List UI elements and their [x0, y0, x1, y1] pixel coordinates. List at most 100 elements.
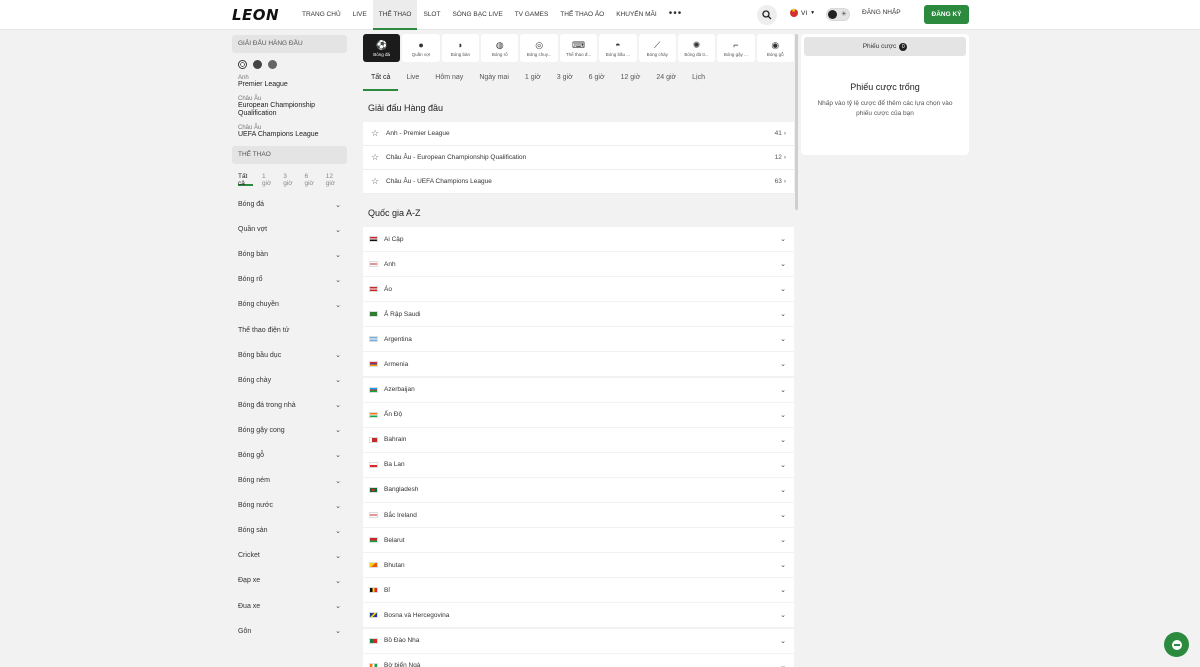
- sport-tab-label: Bóng gậy ...: [723, 51, 748, 57]
- nav-item[interactable]: KHUYẾN MÃI: [610, 0, 662, 30]
- soccer-ball-icon[interactable]: [238, 60, 247, 69]
- chevron-down-icon: ⌄: [335, 251, 341, 259]
- filter-tab[interactable]: Lịch: [684, 69, 713, 91]
- top-league-row[interactable]: ☆ Châu Âu - European Championship Qualifi…: [363, 146, 794, 170]
- sidebar-sport-item[interactable]: Bóng ném ⌄: [232, 468, 347, 493]
- language-selector[interactable]: VI ▼: [790, 7, 815, 17]
- sport-tab[interactable]: ◓ Bóng bầu ...: [599, 34, 637, 62]
- nav-item[interactable]: SÒNG BẠC LIVE: [446, 0, 508, 30]
- sidebar-sport-item[interactable]: Bóng chày ⌄: [232, 368, 347, 393]
- filter-tab[interactable]: 24 giờ: [648, 69, 684, 91]
- country-row[interactable]: Bỉ ⌄: [363, 578, 794, 603]
- filter-tab[interactable]: Live: [398, 69, 427, 91]
- sport-tab[interactable]: ◉ Bóng gỗ: [756, 34, 794, 62]
- sport-tab[interactable]: ⌨ Thể thao đ...: [559, 34, 598, 62]
- filter-tab[interactable]: 6 giờ: [581, 69, 613, 91]
- sidebar-time-tab[interactable]: 3 giờ: [283, 173, 295, 187]
- sidebar-top-league[interactable]: Châu Âu UEFA Champions League: [232, 125, 347, 139]
- filter-tab[interactable]: Ngày mai: [471, 69, 517, 91]
- sidebar-sport-item[interactable]: Cricket ⌄: [232, 543, 347, 568]
- star-icon[interactable]: ☆: [371, 152, 386, 163]
- country-row[interactable]: Bhutan ⌄: [363, 553, 794, 578]
- chevron-down-icon: ⌄: [335, 502, 341, 510]
- basketball-icon[interactable]: [253, 60, 262, 69]
- sidebar-sport-item[interactable]: Bóng nước ⌄: [232, 493, 347, 518]
- sport-tab[interactable]: ◗ Bóng bàn: [441, 34, 480, 62]
- sport-tab[interactable]: ✺ Bóng đá tr...: [677, 34, 716, 62]
- nav-item[interactable]: THỂ THAO: [372, 0, 418, 30]
- sport-tab[interactable]: ⚽ Bóng đá: [363, 34, 401, 62]
- sidebar-time-tab[interactable]: 12 giờ: [326, 173, 341, 187]
- sidebar-sport-item[interactable]: Quần vợt ⌄: [232, 217, 347, 242]
- sidebar-sport-item[interactable]: Đua xe ⌄: [232, 594, 347, 619]
- chevron-down-icon: ⌄: [780, 537, 786, 545]
- country-row[interactable]: Bồ Đào Nha ⌄: [363, 628, 794, 653]
- sidebar-sport-item[interactable]: Thể thao điện tử: [232, 317, 347, 342]
- sidebar-sport-item[interactable]: Bóng gỗ ⌄: [232, 443, 347, 468]
- sidebar-sport-item[interactable]: Đạp xe ⌄: [232, 568, 347, 593]
- chevron-down-icon: ⌄: [335, 577, 341, 585]
- filter-tab[interactable]: Tất cả: [363, 69, 399, 91]
- country-row[interactable]: Bosna và Hercegovina ⌄: [363, 603, 794, 628]
- sidebar-time-tab[interactable]: 6 giờ: [305, 173, 317, 187]
- sidebar-sport-item[interactable]: Bóng gậy cong ⌄: [232, 418, 347, 443]
- country-row[interactable]: Ba Lan ⌄: [363, 452, 794, 477]
- sidebar-sport-item[interactable]: Bóng đá ⌄: [232, 192, 347, 217]
- filter-tab[interactable]: Hôm nay: [427, 69, 471, 91]
- chevron-down-icon: ⌄: [780, 311, 786, 319]
- filter-tab[interactable]: 12 giờ: [613, 69, 649, 91]
- register-button[interactable]: ĐĂNG KÝ: [924, 5, 969, 24]
- top-league-row[interactable]: ☆ Anh - Premier League 41 ›: [363, 122, 794, 146]
- nav-item[interactable]: THỂ THAO ẢO: [554, 0, 610, 30]
- sidebar-sport-item[interactable]: Bóng rổ ⌄: [232, 267, 347, 292]
- live-chat-button[interactable]: [1164, 632, 1189, 657]
- sidebar-sport-item[interactable]: Bóng sàn ⌄: [232, 518, 347, 543]
- sidebar-time-tab[interactable]: Tất cả: [238, 173, 253, 187]
- sidebar-sport-item[interactable]: Bóng bầu dục ⌄: [232, 343, 347, 368]
- country-row[interactable]: Áo ⌄: [363, 277, 794, 302]
- country-row[interactable]: Armenia ⌄: [363, 352, 794, 377]
- country-row[interactable]: Anh ⌄: [363, 252, 794, 277]
- country-row[interactable]: Argentina ⌄: [363, 327, 794, 352]
- sidebar-time-tab[interactable]: 1 giờ: [262, 173, 274, 187]
- sidebar-top-league[interactable]: Châu Âu European Championship Qualificati…: [232, 96, 347, 118]
- sport-tab[interactable]: ⌐ Bóng gậy ...: [717, 34, 755, 62]
- more-menu-button[interactable]: •••: [663, 0, 689, 30]
- theme-toggle[interactable]: ☀: [826, 8, 850, 21]
- country-row[interactable]: Bắc Ireland ⌄: [363, 503, 794, 528]
- nav-item[interactable]: TRANG CHỦ: [296, 0, 347, 30]
- volleyball-icon[interactable]: [268, 60, 277, 69]
- sidebar-sport-item[interactable]: Bóng đá trong nhà ⌄: [232, 393, 347, 418]
- sidebar-sport-item[interactable]: Bóng bàn ⌄: [232, 242, 347, 267]
- sidebar-sport-item[interactable]: Bóng chuyền ⌄: [232, 292, 347, 317]
- filter-tab[interactable]: 3 giờ: [549, 69, 581, 91]
- country-row[interactable]: Ấn Độ ⌄: [363, 402, 794, 427]
- sidebar-sport-item[interactable]: Gôn ⌄: [232, 619, 347, 644]
- country-row[interactable]: Bangladesh ⌄: [363, 477, 794, 502]
- nav-item[interactable]: SLOT: [417, 0, 446, 30]
- sidebar-top-league[interactable]: Anh Premier League: [232, 75, 347, 89]
- bet-slip-tab[interactable]: Phiếu cược 0: [804, 37, 966, 56]
- country-row[interactable]: Azerbaijan ⌄: [363, 377, 794, 402]
- top-league-row[interactable]: ☆ Châu Âu - UEFA Champions League 63 ›: [363, 170, 794, 194]
- nav-item[interactable]: TV GAMES: [509, 0, 555, 30]
- country-row[interactable]: Ả Rập Saudi ⌄: [363, 302, 794, 327]
- sport-tab[interactable]: ● Quần vợt: [402, 34, 440, 62]
- sport-tab[interactable]: ◍ Bóng rổ: [481, 34, 519, 62]
- search-button[interactable]: [757, 5, 777, 25]
- country-row[interactable]: Ai Cập ⌄: [363, 227, 794, 251]
- star-icon[interactable]: ☆: [371, 176, 386, 187]
- leon-logo[interactable]: LEON: [232, 6, 279, 24]
- main-scrollbar[interactable]: [795, 34, 798, 210]
- sport-tab[interactable]: ◎ Bóng chuy...: [520, 34, 558, 62]
- country-row[interactable]: Belarut ⌄: [363, 528, 794, 553]
- sport-tab[interactable]: ⟋ Bóng chày: [638, 34, 676, 62]
- country-row[interactable]: Bahrain ⌄: [363, 427, 794, 452]
- login-button[interactable]: ĐĂNG NHẬP: [862, 9, 901, 16]
- toggle-knob: [828, 10, 837, 19]
- country-row[interactable]: Bờ biển Ngà ⌄: [363, 653, 794, 667]
- sport-label: Bóng đá trong nhà: [238, 401, 296, 409]
- star-icon[interactable]: ☆: [371, 128, 386, 139]
- nav-item[interactable]: LIVE: [347, 0, 373, 30]
- filter-tab[interactable]: 1 giờ: [517, 69, 549, 91]
